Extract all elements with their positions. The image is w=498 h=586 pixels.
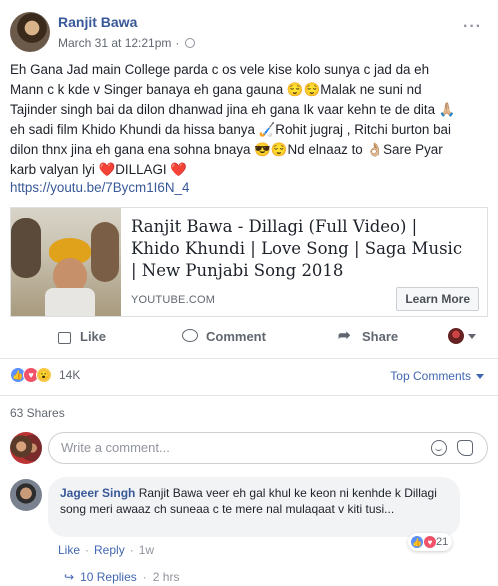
audience-selector[interactable] xyxy=(448,328,476,344)
comment-bubble: Jageer Singh Ranjit Bawa veer eh gal khu… xyxy=(48,477,460,537)
post-text: Eh Gana Jad main College parda c os vele… xyxy=(10,60,490,180)
link-preview-card[interactable]: Ranjit Bawa - Dillagi (Full Video) | Khi… xyxy=(10,207,488,317)
share-icon: ➦ xyxy=(338,327,351,344)
meta-separator: · xyxy=(142,570,147,584)
meta-separator: · xyxy=(129,543,134,557)
comment-composer[interactable] xyxy=(48,432,488,464)
reply-arrow-icon: ↪ xyxy=(64,570,75,584)
post-text-line: dilon thnx jina eh gana ena sohna bnaya … xyxy=(10,142,443,157)
viewer-avatar xyxy=(10,432,42,464)
post-text-line: karb valyan lyi ❤️DILLAGI ❤️ xyxy=(10,162,187,177)
reaction-count[interactable]: 14K xyxy=(59,368,80,382)
comment-label: Comment xyxy=(206,328,266,344)
share-button[interactable]: ➦ Share xyxy=(338,328,398,344)
card-domain: YOUTUBE.COM xyxy=(131,294,216,306)
shares-count[interactable]: 63 Shares xyxy=(10,406,65,420)
profile-avatar xyxy=(448,328,464,344)
comment-author[interactable]: Jageer Singh xyxy=(60,486,135,500)
post-link[interactable]: https://youtu.be/7Bycm1I6N_4 xyxy=(10,180,189,195)
post-text-line: eh sadi film Khido Khundi da hissa banya… xyxy=(10,122,451,137)
sticker-icon[interactable] xyxy=(457,440,473,456)
top-comments-dropdown[interactable]: Top Comments xyxy=(390,369,484,383)
learn-more-button[interactable]: Learn More xyxy=(396,287,479,311)
comment-time[interactable]: 1w xyxy=(139,543,154,557)
post-meta: March 31 at 12:21pm · xyxy=(58,36,196,50)
comment-meta: Like · Reply · 1w xyxy=(58,543,154,557)
view-replies-link[interactable]: ↪ 10 Replies · 2 hrs xyxy=(64,570,179,584)
meta-separator: · xyxy=(175,36,180,50)
share-label: Share xyxy=(362,328,399,344)
comment-like-link[interactable]: Like xyxy=(58,543,80,557)
replies-time: 2 hrs xyxy=(152,570,180,584)
like-reaction-icon: 👍 xyxy=(410,535,424,549)
more-icon[interactable]: ··· xyxy=(463,18,482,36)
post-text-line: Eh Gana Jad main College parda c os vele… xyxy=(10,62,430,77)
chevron-down-icon xyxy=(468,333,476,339)
action-bar: Like Comment ➦ Share xyxy=(10,322,488,352)
author-name[interactable]: Ranjit Bawa xyxy=(58,14,137,30)
post-text-line: Mann c k kde v Singer banaya eh gana gau… xyxy=(10,82,422,97)
comment-input[interactable] xyxy=(61,433,421,463)
thumbs-up-icon xyxy=(56,328,72,344)
comment-button[interactable]: Comment xyxy=(182,328,266,344)
comment-reaction-count: 21 xyxy=(436,536,449,548)
post-header: Ranjit Bawa March 31 at 12:21pm · ··· xyxy=(10,10,490,54)
commenter-avatar[interactable] xyxy=(10,479,42,511)
post-text-line: Tajinder singh bai da dilon dhanwad jina… xyxy=(10,102,456,117)
replies-label: 10 Replies xyxy=(80,570,137,584)
card-title[interactable]: Ranjit Bawa - Dillagi (Full Video) | Khi… xyxy=(131,216,471,282)
card-body: Ranjit Bawa - Dillagi (Full Video) | Khi… xyxy=(121,208,487,316)
chevron-down-icon xyxy=(476,373,484,379)
post-timestamp[interactable]: March 31 at 12:21pm xyxy=(58,36,171,50)
divider xyxy=(0,395,498,396)
wow-reaction-icon: 😮 xyxy=(36,367,52,383)
video-thumbnail[interactable] xyxy=(11,208,121,316)
meta-separator: · xyxy=(85,543,90,557)
love-reaction-icon: ♥ xyxy=(423,535,437,549)
emoji-icon[interactable] xyxy=(431,440,447,456)
comment-icon xyxy=(182,328,198,344)
author-avatar[interactable] xyxy=(10,12,50,52)
divider xyxy=(0,358,498,359)
like-label: Like xyxy=(80,328,107,344)
comment-reactions[interactable]: 👍 ♥ 21 xyxy=(408,533,453,551)
reaction-summary[interactable]: 👍 ♥ 😮 14K xyxy=(10,367,80,383)
comment-reply-link[interactable]: Reply xyxy=(94,543,125,557)
like-button[interactable]: Like xyxy=(56,328,106,344)
top-comments-label: Top Comments xyxy=(390,369,471,383)
globe-icon[interactable] xyxy=(185,38,196,48)
